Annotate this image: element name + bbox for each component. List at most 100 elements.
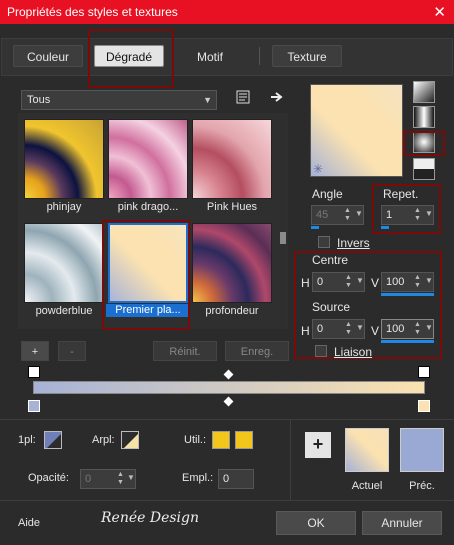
thumb-pink-dragon[interactable]: pink drago... [108,119,188,213]
chevron-down-icon[interactable]: ▼ [356,276,364,285]
chevron-down-icon[interactable]: ▼ [425,323,433,332]
thumb-swatch [108,119,188,199]
library-dropdown[interactable]: Tous ▼ [21,90,217,110]
thumb-swatch [192,119,272,199]
invert-checkbox[interactable] [318,236,330,248]
center-h-input[interactable]: 0 ▲ ▼ ▼ [312,272,365,292]
thumb-label: Pink Hues [206,201,258,213]
thumb-phinjay[interactable]: phinjay [24,119,104,213]
tab-texture[interactable]: Texture [272,45,342,67]
util-swatch-1[interactable] [212,431,230,449]
title-bar: Propriétés des styles et textures ✕ [0,0,454,24]
angle-input[interactable]: 45 ▲ ▼ ▼ [311,205,364,225]
spin-up-down-icon[interactable]: ▲ ▼ [117,471,124,487]
link-label: Liaison [334,345,373,359]
chevron-down-icon[interactable]: ▼ [127,473,135,482]
util-label: Util.: [184,434,206,446]
source-v-input[interactable]: 100 ▲ ▼ ▼ [381,319,434,339]
add-gradient-button[interactable]: + [21,341,49,361]
center-v-input[interactable]: 100 ▲ ▼ ▼ [381,272,434,292]
radial-highlight-box [403,131,445,156]
thumb-powderblue[interactable]: powderblue [24,223,104,317]
opacity-label: Opacité: [28,472,69,484]
library-scrollbar-thumb[interactable] [280,232,286,244]
watermark-logo: Renée Design [101,510,200,526]
color-stop-end[interactable] [418,400,430,412]
center-label: Centre [312,253,349,267]
close-icon[interactable]: ✕ [433,3,446,21]
back-plan-swatch[interactable] [121,431,139,449]
center-v-value: 100 [386,276,405,288]
chevron-down-icon: ▼ [203,95,212,105]
placement-input[interactable]: 0 [218,469,254,489]
ok-button[interactable]: OK [276,511,356,535]
center-crosshair-icon: ✳ [313,162,324,176]
first-plan-swatch[interactable] [44,431,62,449]
color-stop-start[interactable] [28,400,40,412]
thumb-label: profondeur [205,305,259,317]
chevron-down-icon[interactable]: ▼ [425,276,433,285]
previous-swatch[interactable] [400,428,444,472]
current-swatch[interactable] [345,428,389,472]
remove-gradient-button[interactable]: - [58,341,86,361]
first-plan-label: 1pl: [18,434,36,446]
spin-up-down-icon[interactable]: ▲ ▼ [344,207,351,223]
spin-up-down-icon[interactable]: ▲ ▼ [345,321,352,337]
properties-icon[interactable] [236,90,250,104]
midpoint-marker-top[interactable] [223,369,234,380]
source-h-value: 0 [317,323,324,335]
thumb-swatch [24,119,104,199]
tab-couleur[interactable]: Couleur [13,45,83,67]
thumb-profondeur[interactable]: profondeur [192,223,272,317]
midpoint-marker-bottom[interactable] [223,396,234,407]
current-label: Actuel [351,480,383,492]
center-h-value: 0 [317,276,324,288]
tab-divider [259,47,260,65]
spin-up-down-icon[interactable]: ▲ ▼ [414,321,421,337]
back-plan-label: Arpl: [92,434,115,446]
color-stop-marker-end[interactable] [418,366,430,378]
save-button[interactable]: Enreg. [225,341,289,361]
spin-up-down-icon[interactable]: ▲ ▼ [414,274,421,290]
util-swatch-2[interactable] [235,431,253,449]
invert-label: Invers [337,236,370,250]
angle-value: 45 [316,209,329,221]
window-title: Propriétés des styles et textures [7,5,178,19]
library-dropdown-value: Tous [27,94,51,106]
opacity-value: 0 [85,473,92,485]
reset-button[interactable]: Réinit. [153,341,217,361]
divider [0,500,454,501]
plus-icon[interactable]: + [305,432,331,458]
thumb-pink-hues[interactable]: Pink Hues [192,119,272,213]
repeat-highlight-box [372,184,441,234]
chevron-down-icon[interactable]: ▼ [356,323,364,332]
cancel-button[interactable]: Annuler [362,511,442,535]
chevron-down-icon[interactable]: ▼ [355,209,363,218]
spin-up-down-icon[interactable]: ▲ ▼ [345,274,352,290]
source-h-input[interactable]: 0 ▲ ▼ ▼ [312,319,365,339]
color-stop-marker-start[interactable] [28,366,40,378]
vertical-divider [290,420,291,500]
source-v-value: 100 [386,323,405,335]
library-scrollbar[interactable] [280,117,286,327]
source-label: Source [312,300,351,314]
divider [0,419,454,420]
angle-slider-fill [311,226,319,229]
linear-style-icon[interactable] [413,81,435,103]
center-h-label: H [301,276,310,290]
gradient-preview[interactable]: ✳ [310,84,403,177]
gradient-bar[interactable] [33,381,425,394]
help-link[interactable]: Aide [18,517,40,529]
angle-label: Angle [312,187,343,201]
thumb-highlight-box [102,220,190,330]
link-checkbox[interactable] [315,345,327,357]
thumb-swatch [192,223,272,303]
opacity-input[interactable]: 0 ▲ ▼ ▼ [80,469,136,489]
arrow-right-icon[interactable] [270,90,284,104]
placement-value: 0 [223,473,230,485]
thumb-label: phinjay [46,201,82,213]
source-v-label: V [371,324,380,338]
sunburst-style-icon[interactable] [413,158,435,180]
rectangular-style-icon[interactable] [413,106,435,128]
tab-motif[interactable]: Motif [175,45,245,67]
